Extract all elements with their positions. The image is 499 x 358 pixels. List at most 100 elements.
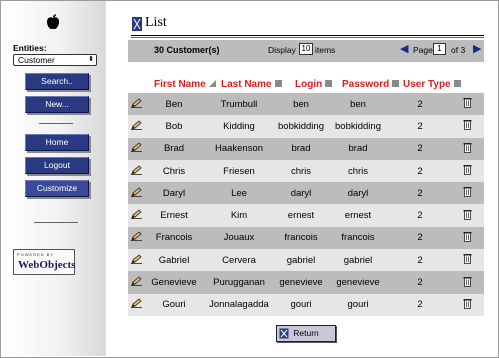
table-row: Bob Kidding bobkidding bobkidding 2 — [128, 115, 484, 138]
password-cell: bobkidding — [326, 115, 390, 138]
webobjects-badge[interactable]: POWERED BY WebObjects — [13, 249, 75, 275]
edit-pencil-icon[interactable] — [128, 249, 146, 272]
return-button-label: Return — [293, 328, 319, 338]
page-label: Page — [413, 45, 433, 55]
column-header-password[interactable]: Password — [342, 79, 400, 90]
delete-trash-icon[interactable] — [450, 115, 484, 138]
user-type-cell: 2 — [390, 226, 450, 250]
user-type-cell: 2 — [390, 204, 450, 227]
last-name-cell: Friesen — [202, 159, 276, 183]
delete-trash-icon[interactable] — [450, 204, 484, 227]
password-cell: daryl — [326, 182, 390, 205]
edit-pencil-icon[interactable] — [128, 271, 146, 294]
password-cell: ernest — [326, 204, 390, 227]
column-header-user-type[interactable]: User Type — [403, 79, 461, 90]
sidebar-divider — [39, 123, 73, 124]
sort-icon[interactable] — [392, 80, 400, 87]
first-name-cell: Chris — [146, 159, 202, 183]
delete-trash-icon[interactable] — [450, 159, 484, 183]
display-count-input[interactable]: 10 — [299, 43, 313, 55]
edit-pencil-icon[interactable] — [128, 115, 146, 138]
table-row: Gabriel Cervera gabriel gabriel 2 — [128, 249, 484, 272]
column-header-first-name[interactable]: First Name — [154, 79, 216, 90]
first-name-cell: Daryl — [146, 182, 202, 205]
entity-select-value: Customer — [18, 55, 55, 65]
display-label: Display — [268, 45, 296, 55]
login-cell: chris — [276, 159, 326, 183]
password-cell: ben — [326, 93, 390, 116]
return-button-icon — [279, 328, 289, 339]
home-button[interactable]: Home — [25, 134, 89, 151]
edit-pencil-icon[interactable] — [128, 93, 146, 116]
search-button[interactable]: Search.. — [25, 73, 89, 90]
last-name-cell: Haakenson — [202, 137, 276, 160]
delete-trash-icon[interactable] — [450, 226, 484, 250]
password-cell: chris — [326, 159, 390, 183]
select-arrows-icon: ⬍ — [88, 56, 94, 63]
login-cell: brad — [276, 137, 326, 160]
delete-trash-icon[interactable] — [450, 137, 484, 160]
edit-pencil-icon[interactable] — [128, 226, 146, 250]
last-name-cell: Lee — [202, 182, 276, 205]
edit-pencil-icon[interactable] — [128, 159, 146, 183]
user-type-cell: 2 — [390, 182, 450, 205]
last-name-cell: Trumbull — [202, 93, 276, 116]
password-cell: genevieve — [326, 271, 390, 294]
password-cell: francois — [326, 226, 390, 250]
badge-small-text: POWERED BY — [17, 252, 55, 257]
password-cell: brad — [326, 137, 390, 160]
items-label: items — [315, 45, 336, 55]
title-rule — [131, 37, 484, 38]
entities-label: Entities: — [13, 43, 47, 53]
user-type-cell: 2 — [390, 159, 450, 183]
table-row: Chris Friesen chris chris 2 — [128, 159, 484, 183]
return-button[interactable]: Return — [276, 325, 336, 342]
sort-icon[interactable] — [453, 80, 461, 87]
entity-select[interactable]: Customer ⬍ — [13, 54, 97, 66]
delete-trash-icon[interactable] — [450, 293, 484, 316]
sidebar: Entities: Customer ⬍ Search.. New... Hom… — [1, 1, 106, 356]
table-row: Gouri Jonnalagadda gouri gouri 2 — [128, 293, 484, 316]
first-name-cell: Gabriel — [146, 249, 202, 272]
first-name-cell: Francois — [146, 226, 202, 250]
sidebar-divider — [34, 222, 78, 223]
delete-trash-icon[interactable] — [450, 182, 484, 205]
user-type-cell: 2 — [390, 115, 450, 138]
list-toolbar: 30 Customer(s) Display 10 items ◀ Page 1… — [128, 40, 484, 62]
login-cell: gabriel — [276, 249, 326, 272]
edit-pencil-icon[interactable] — [128, 137, 146, 160]
new-button[interactable]: New... — [25, 96, 89, 113]
login-cell: ben — [276, 93, 326, 116]
table-row: Ernest Kim ernest ernest 2 — [128, 204, 484, 227]
column-header-label: Password — [342, 79, 390, 90]
delete-trash-icon[interactable] — [450, 249, 484, 272]
page-number-input[interactable]: 1 — [433, 43, 446, 55]
edit-pencil-icon[interactable] — [128, 182, 146, 205]
customize-button[interactable]: Customize — [25, 180, 89, 197]
logout-button[interactable]: Logout — [25, 157, 89, 174]
password-cell: gouri — [326, 293, 390, 316]
sort-icon[interactable] — [274, 80, 282, 87]
edit-pencil-icon[interactable] — [128, 293, 146, 316]
next-page-icon[interactable]: ▶ — [473, 42, 481, 55]
page-title: List — [145, 15, 167, 30]
user-type-cell: 2 — [390, 249, 450, 272]
column-header-login[interactable]: Login — [295, 79, 333, 90]
sort-icon[interactable] — [325, 80, 333, 87]
last-name-cell: Cervera — [202, 249, 276, 272]
delete-trash-icon[interactable] — [450, 271, 484, 294]
user-type-cell: 2 — [390, 293, 450, 316]
edit-pencil-icon[interactable] — [128, 204, 146, 227]
sort-ascending-icon[interactable] — [208, 80, 216, 87]
apple-logo-icon — [47, 14, 59, 30]
last-name-cell: Kim — [202, 204, 276, 227]
prev-page-icon[interactable]: ◀ — [400, 42, 408, 55]
login-cell: ernest — [276, 204, 326, 227]
delete-trash-icon[interactable] — [450, 93, 484, 116]
login-cell: bobkidding — [276, 115, 326, 138]
password-cell: gabriel — [326, 249, 390, 272]
badge-big-text: WebObjects — [18, 259, 76, 271]
column-header-last-name[interactable]: Last Name — [221, 79, 282, 90]
page-of-label: of 3 — [451, 45, 466, 55]
table-row: Brad Haakenson brad brad 2 — [128, 137, 484, 160]
